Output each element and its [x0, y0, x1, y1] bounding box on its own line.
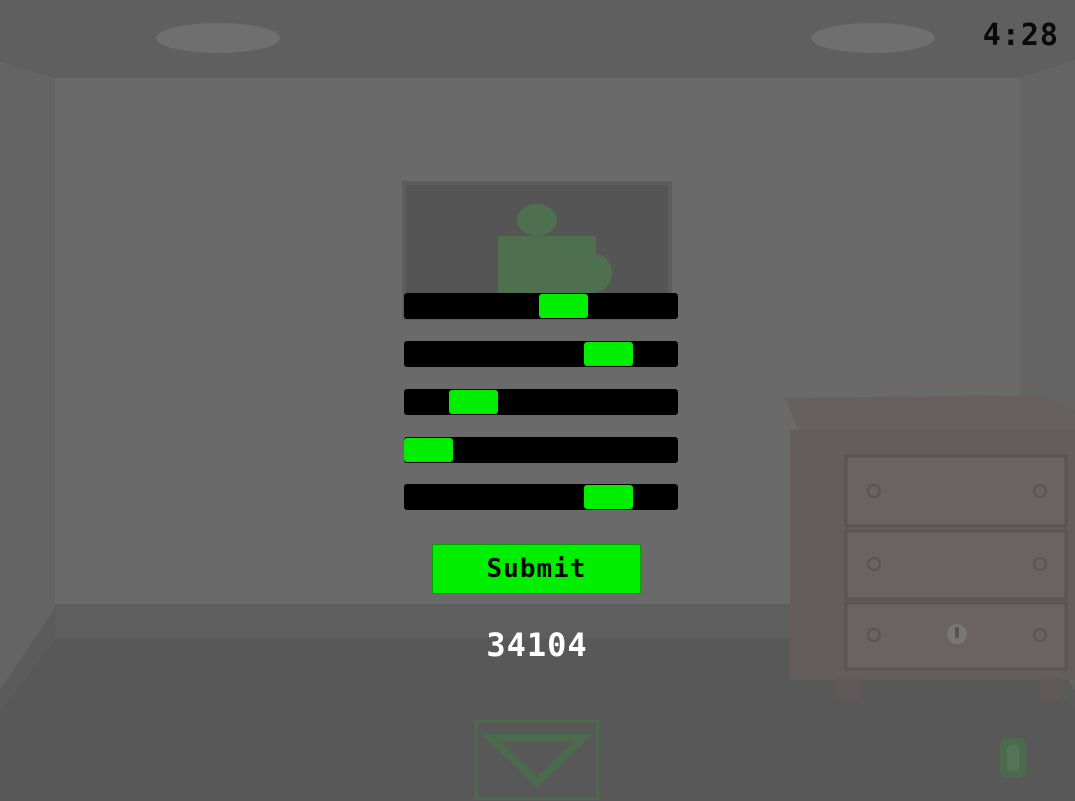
code-display: 34104: [486, 626, 588, 664]
down-arrow-icon[interactable]: [475, 720, 599, 800]
submit-button[interactable]: Submit: [432, 544, 641, 594]
slider-3[interactable]: [404, 389, 678, 415]
slider-1-thumb[interactable]: [539, 294, 588, 318]
slider-5[interactable]: [404, 484, 678, 510]
slider-5-thumb[interactable]: [584, 485, 633, 509]
slider-puzzle-panel: Submit 34104: [0, 0, 1075, 801]
slider-2[interactable]: [404, 341, 678, 367]
slider-2-thumb[interactable]: [584, 342, 633, 366]
item-icon[interactable]: [998, 736, 1028, 780]
slider-4[interactable]: [404, 437, 678, 463]
slider-1[interactable]: [404, 293, 678, 319]
slider-3-thumb[interactable]: [449, 390, 498, 414]
slider-4-thumb[interactable]: [404, 438, 453, 462]
